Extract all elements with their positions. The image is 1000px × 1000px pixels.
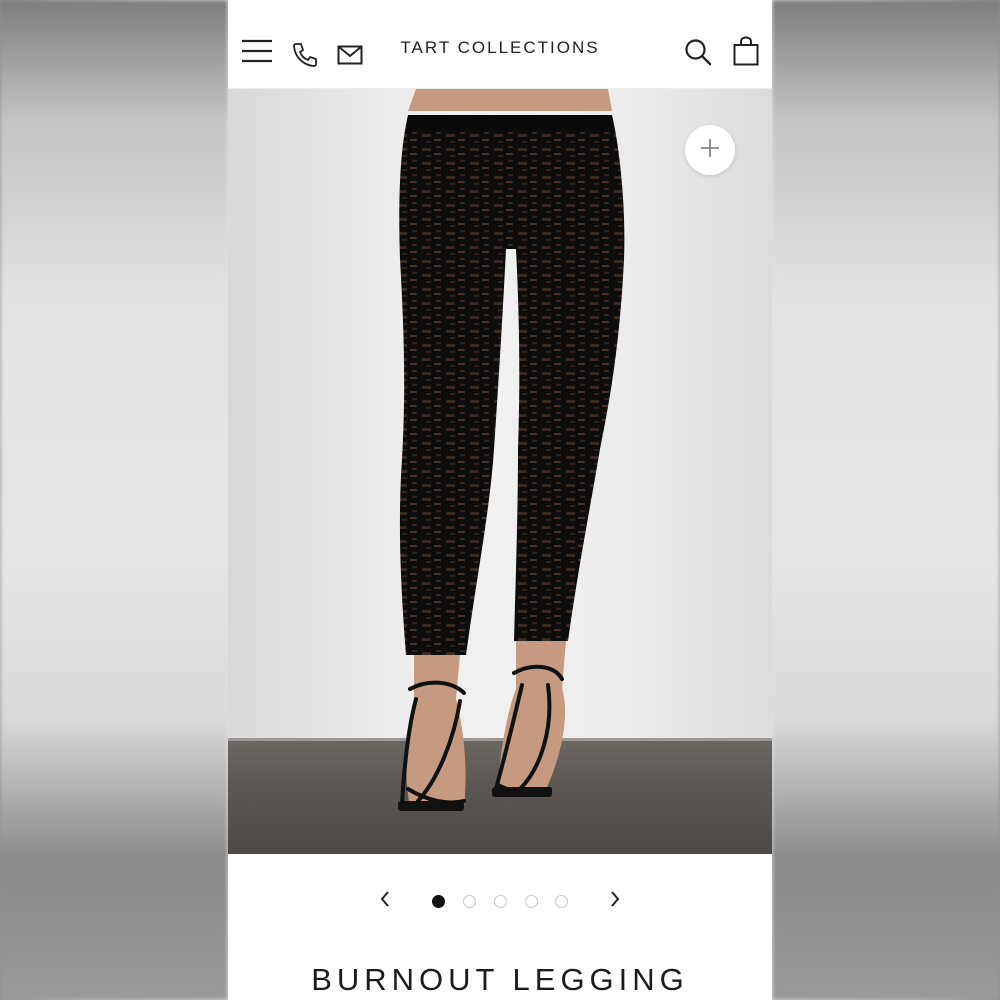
chevron-right-icon: [609, 890, 621, 913]
zoom-button[interactable]: [685, 125, 735, 175]
gallery-pagination: [228, 888, 772, 914]
top-navigation-bar: TART COLLECTIONS: [228, 0, 772, 89]
mobile-page: TART COLLECTIONS BURNOUT LEGGING: [228, 0, 772, 1000]
pagination-dot-2[interactable]: [463, 895, 476, 908]
next-image-button[interactable]: [602, 888, 628, 914]
plus-icon: [699, 137, 721, 164]
previous-image-button[interactable]: [372, 888, 398, 914]
background-blur-right: [772, 0, 1000, 1000]
menu-icon[interactable]: [241, 38, 273, 64]
phone-icon[interactable]: [291, 41, 319, 69]
pagination-dot-4[interactable]: [525, 895, 538, 908]
product-image[interactable]: [228, 89, 772, 854]
search-icon[interactable]: [684, 38, 712, 66]
shopping-bag-icon[interactable]: [733, 36, 759, 66]
brand-logo[interactable]: TART COLLECTIONS: [378, 38, 622, 58]
pagination-dot-1[interactable]: [432, 895, 445, 908]
background-blur-left: [0, 0, 228, 1000]
product-title: BURNOUT LEGGING: [311, 962, 689, 997]
model-wearing-leggings: [398, 89, 625, 811]
pagination-dot-5[interactable]: [555, 895, 568, 908]
chevron-left-icon: [379, 890, 391, 913]
mail-icon[interactable]: [337, 44, 363, 66]
pagination-dot-3[interactable]: [494, 895, 507, 908]
